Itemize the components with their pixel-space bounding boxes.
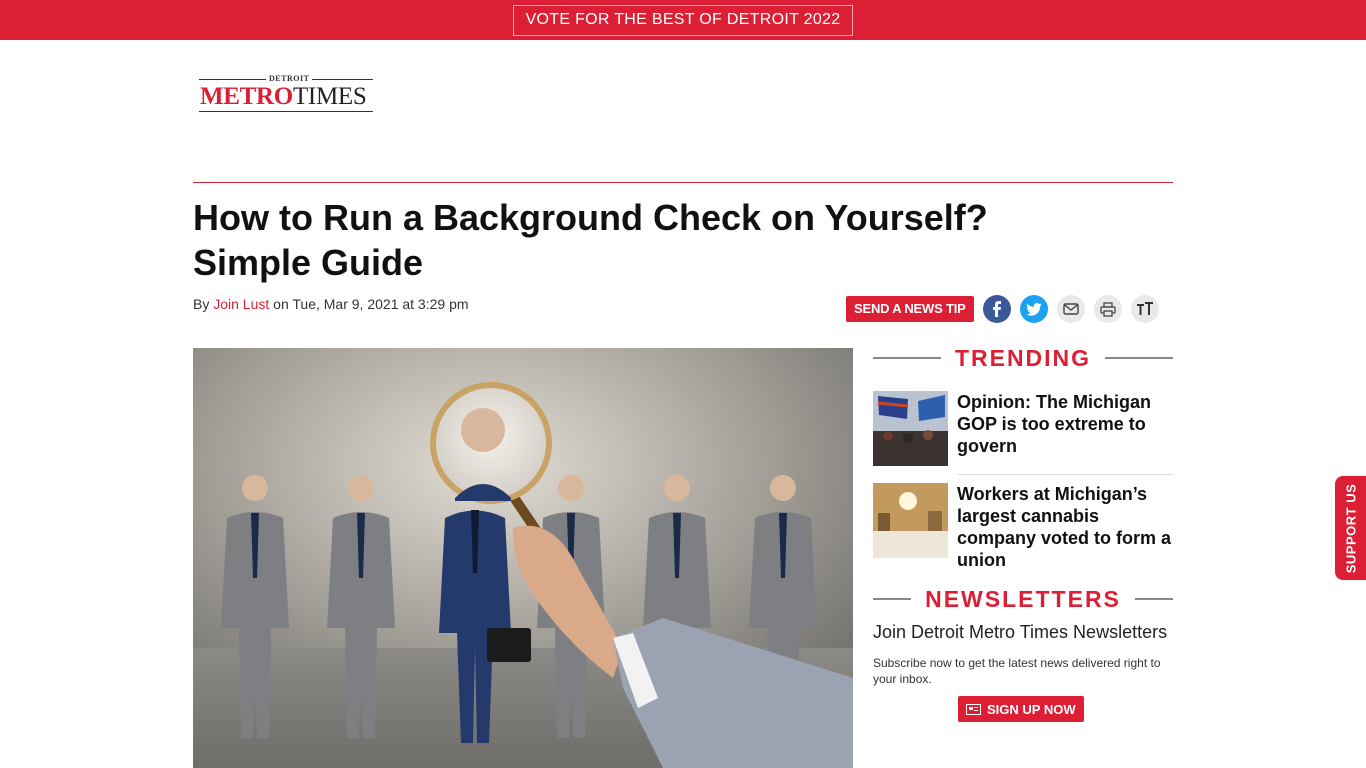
publish-date: on Tue, Mar 9, 2021 at 3:29 pm <box>269 296 469 312</box>
article-tools: SEND A NEWS TIP <box>846 294 1159 324</box>
facebook-icon[interactable] <box>982 295 1011 323</box>
newsletters-heading: NEWSLETTERS <box>873 586 1173 612</box>
author-link[interactable]: Join Lust <box>213 296 269 312</box>
trending-heading-line-left <box>873 357 941 359</box>
text-size-icon[interactable] <box>1130 295 1159 323</box>
newspaper-icon <box>966 703 981 715</box>
logo-times-text: TIMES <box>292 83 367 110</box>
support-us-tab[interactable]: SUPPORT US <box>1335 476 1366 580</box>
header-divider <box>193 182 1173 183</box>
logo-wordmark: METROTIMES <box>200 83 367 111</box>
byline: By Join Lust on Tue, Mar 9, 2021 at 3:29… <box>193 296 469 312</box>
trending-heading: TRENDING <box>873 345 1173 371</box>
trending-title[interactable]: Workers at Michigan’s largest cannabis c… <box>957 483 1173 571</box>
logo-rule-bottom <box>199 111 373 112</box>
trending-heading-line-right <box>1105 357 1173 359</box>
article-title-line-2: Simple Guide <box>193 242 424 283</box>
article-title: How to Run a Background Check on Yoursel… <box>193 195 1153 285</box>
trending-heading-text: TRENDING <box>954 344 1092 371</box>
newsletters-heading-line-left <box>873 598 912 600</box>
vote-best-of-detroit-link[interactable]: VOTE FOR THE BEST OF DETROIT 2022 <box>512 4 854 36</box>
trending-thumbnail-cannabis-store[interactable] <box>873 483 948 558</box>
logo-detroit-text: DETROIT <box>266 74 313 83</box>
support-us-label: SUPPORT US <box>1343 483 1359 573</box>
trending-item[interactable]: Opinion: The Michigan GOP is too extreme… <box>873 391 1173 466</box>
metro-times-logo[interactable]: DETROIT METROTIMES <box>199 74 375 116</box>
hero-image <box>193 348 853 768</box>
trending-thumbnail-protest[interactable] <box>873 391 948 466</box>
newsletter-subtitle: Subscribe now to get the latest news del… <box>873 656 1161 686</box>
trending-item[interactable]: Workers at Michigan’s largest cannabis c… <box>873 483 1173 571</box>
email-icon[interactable] <box>1056 295 1085 323</box>
newsletters-heading-line-right <box>1134 598 1173 600</box>
trending-title[interactable]: Opinion: The Michigan GOP is too extreme… <box>957 391 1173 466</box>
logo-metro-text: METRO <box>200 83 293 110</box>
newsletter-title: Join Detroit Metro Times Newsletters <box>873 622 1168 642</box>
article-title-line-1: How to Run a Background Check on Yoursel… <box>193 197 988 238</box>
send-news-tip-button[interactable]: SEND A NEWS TIP <box>846 296 974 322</box>
trending-divider <box>957 474 1173 475</box>
top-banner: VOTE FOR THE BEST OF DETROIT 2022 <box>0 0 1366 40</box>
print-icon[interactable] <box>1093 295 1122 323</box>
twitter-icon[interactable] <box>1019 295 1048 323</box>
sign-up-now-button[interactable]: SIGN UP NOW <box>958 696 1084 722</box>
byline-prefix: By <box>193 296 214 312</box>
newsletters-heading-text: NEWSLETTERS <box>925 585 1121 612</box>
sign-up-label: SIGN UP NOW <box>987 701 1076 717</box>
